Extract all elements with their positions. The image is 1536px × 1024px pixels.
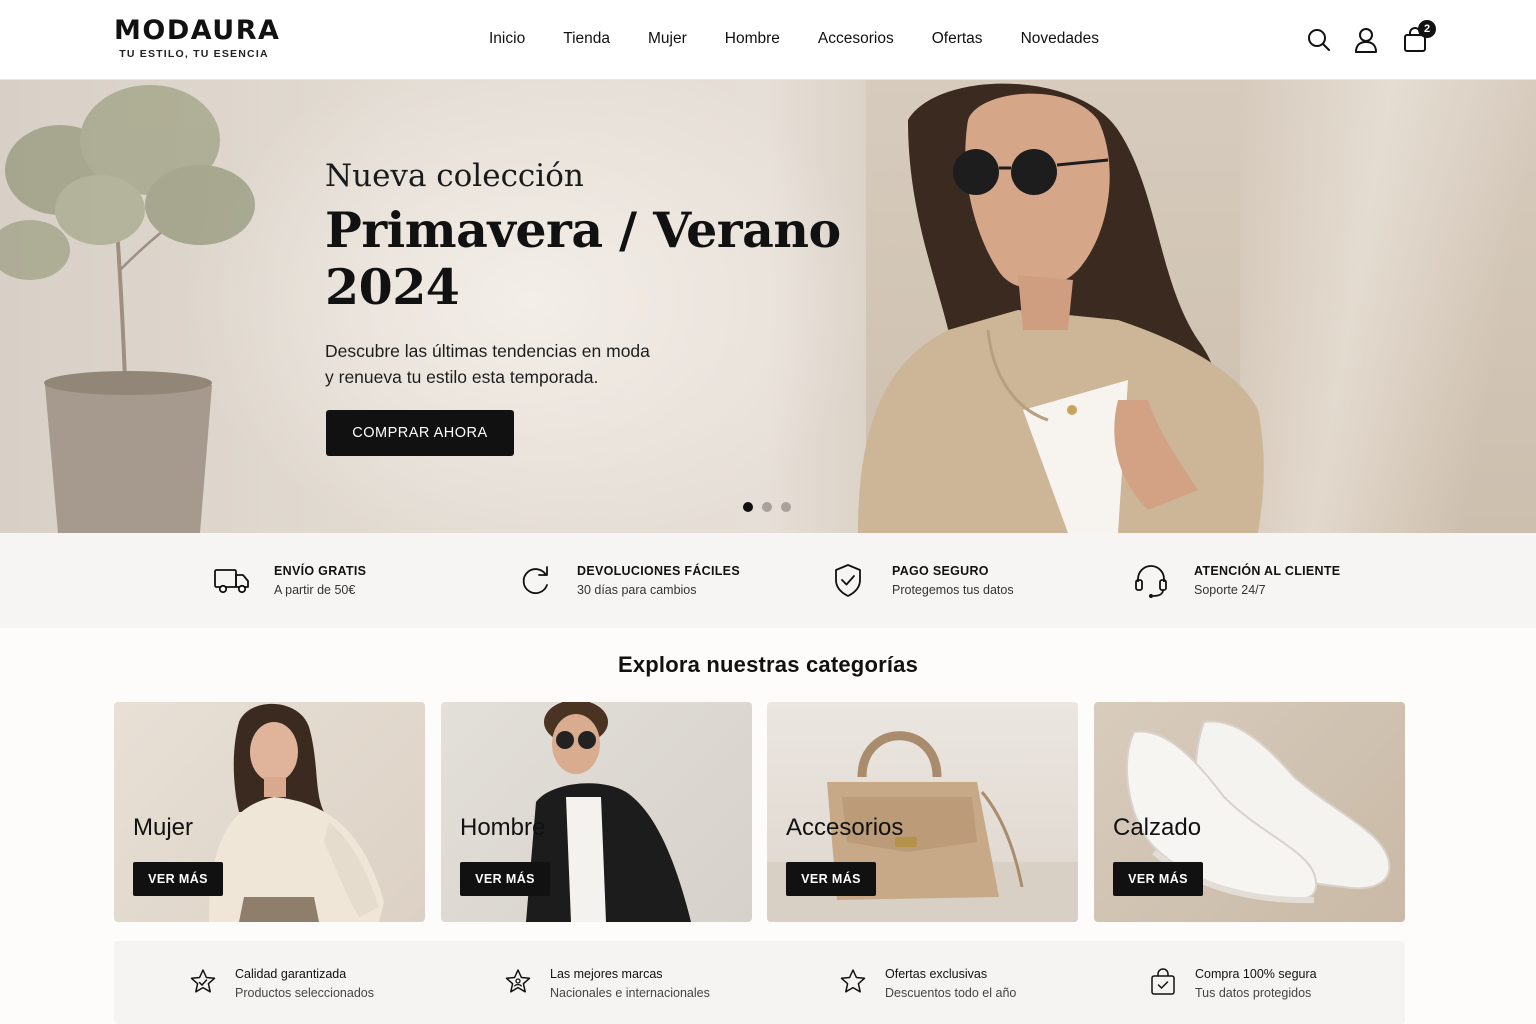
cart-count-badge: 2 — [1418, 20, 1436, 38]
category-card-calzado[interactable]: Calzado VER MÁS — [1094, 702, 1405, 922]
brand-name: MODAURA — [114, 15, 281, 46]
headset-icon — [1132, 561, 1172, 601]
search-icon[interactable] — [1306, 26, 1332, 54]
carousel-dots — [743, 502, 800, 512]
hero-title-line2: 2024 — [325, 258, 460, 316]
hero-title: Primavera / Verano 2024 — [325, 202, 845, 316]
benefit-subtitle: Descuentos todo el año — [885, 986, 1017, 1000]
star-person-icon — [503, 967, 533, 997]
hero-title-line1: Primavera / Verano — [325, 201, 841, 259]
category-view-more-button[interactable]: VER MÁS — [133, 862, 223, 896]
benefit-subtitle: Tus datos protegidos — [1195, 986, 1312, 1000]
feature-subtitle: Soporte 24/7 — [1194, 583, 1266, 597]
benefit-title: Ofertas exclusivas — [885, 967, 988, 981]
hero-desc-line2: y renueva tu estilo esta temporada. — [325, 367, 599, 387]
hero-model-image — [858, 83, 1264, 533]
category-view-more-button[interactable]: VER MÁS — [1113, 862, 1203, 896]
plant-image — [0, 85, 255, 533]
nav-ofertas[interactable]: Ofertas — [932, 28, 983, 52]
features-strip: ENVÍO GRATIS A partir de 50€ DEVOLUCIONE… — [0, 533, 1536, 628]
hero-eyebrow: Nueva colección — [325, 158, 584, 194]
hero-description: Descubre las últimas tendencias en moda … — [325, 338, 685, 390]
categories-heading: Explora nuestras categorías — [617, 652, 919, 677]
shopping-bag-check-icon — [1148, 967, 1178, 997]
category-name: Accesorios — [786, 814, 904, 841]
star-badge-icon — [188, 967, 218, 997]
feature-free-shipping: ENVÍO GRATIS A partir de 50€ — [212, 561, 366, 601]
feature-customer-support: ATENCIÓN AL CLIENTE Soporte 24/7 — [1132, 561, 1340, 601]
benefit-title: Compra 100% segura — [1195, 967, 1317, 981]
hero-banner: Nueva colección Primavera / Verano 2024 … — [0, 80, 1536, 533]
feature-title: DEVOLUCIONES FÁCILES — [577, 564, 740, 578]
category-name: Hombre — [460, 814, 546, 841]
nav-novedades[interactable]: Novedades — [1021, 28, 1099, 52]
benefit-title: Calidad garantizada — [235, 967, 347, 981]
nav-tienda[interactable]: Tienda — [563, 28, 610, 52]
hero-text: Nueva colección Primavera / Verano 2024 … — [325, 158, 845, 390]
feature-title: ENVÍO GRATIS — [274, 564, 367, 578]
category-view-more-button[interactable]: VER MÁS — [786, 862, 876, 896]
refresh-icon — [515, 561, 555, 601]
nav-accesorios[interactable]: Accesorios — [818, 28, 894, 52]
benefit-subtitle: Productos seleccionados — [235, 986, 374, 1000]
benefit-secure-purchase: Compra 100% segura Tus datos protegidos — [1148, 965, 1317, 1003]
category-name: Calzado — [1113, 814, 1202, 841]
page: MODAURA TU ESTILO, TU ESENCIA Inicio Tie… — [0, 0, 1536, 1024]
shield-check-icon — [830, 561, 870, 601]
shop-now-button[interactable]: COMPRAR AHORA — [326, 410, 514, 456]
hero-desc-line1: Descubre las últimas tendencias en moda — [325, 341, 650, 361]
benefit-offers: Ofertas exclusivas Descuentos todo el añ… — [838, 965, 1016, 1003]
carousel-dot-2[interactable] — [762, 502, 772, 512]
category-card-hombre[interactable]: Hombre VER MÁS — [441, 702, 752, 922]
benefit-quality: Calidad garantizada Productos selecciona… — [188, 965, 374, 1003]
benefits-bar: Calidad garantizada Productos selecciona… — [114, 941, 1405, 1024]
cart-icon[interactable]: 2 — [1402, 20, 1436, 54]
logo[interactable]: MODAURA TU ESTILO, TU ESENCIA — [114, 15, 281, 61]
feature-subtitle: A partir de 50€ — [274, 583, 356, 597]
feature-subtitle: Protegemos tus datos — [892, 583, 1014, 597]
nav-mujer[interactable]: Mujer — [648, 28, 687, 52]
category-card-accesorios[interactable]: Accesorios VER MÁS — [767, 702, 1078, 922]
feature-easy-returns: DEVOLUCIONES FÁCILES 30 días para cambio… — [515, 561, 740, 601]
benefit-subtitle: Nacionales e internacionales — [550, 986, 710, 1000]
carousel-dot-3[interactable] — [781, 502, 791, 512]
feature-secure-payment: PAGO SEGURO Protegemos tus datos — [830, 561, 1014, 601]
category-view-more-button[interactable]: VER MÁS — [460, 862, 550, 896]
hero-light — [1240, 80, 1536, 533]
benefit-brands: Las mejores marcas Nacionales e internac… — [503, 965, 710, 1003]
site-header: MODAURA TU ESTILO, TU ESENCIA Inicio Tie… — [0, 0, 1536, 80]
benefit-title: Las mejores marcas — [550, 967, 663, 981]
user-icon[interactable] — [1353, 26, 1379, 54]
star-icon — [838, 967, 868, 997]
nav-hombre[interactable]: Hombre — [725, 28, 780, 52]
carousel-dot-1[interactable] — [743, 502, 753, 512]
category-name: Mujer — [133, 814, 194, 841]
feature-subtitle: 30 días para cambios — [577, 583, 697, 597]
main-nav: Inicio Tienda Mujer Hombre Accesorios Of… — [470, 28, 1118, 52]
feature-title: PAGO SEGURO — [892, 564, 989, 578]
nav-inicio[interactable]: Inicio — [489, 28, 525, 52]
category-card-mujer[interactable]: Mujer VER MÁS — [114, 702, 425, 922]
truck-icon — [212, 561, 252, 601]
feature-title: ATENCIÓN AL CLIENTE — [1194, 564, 1341, 578]
brand-tagline: TU ESTILO, TU ESENCIA — [119, 48, 269, 60]
